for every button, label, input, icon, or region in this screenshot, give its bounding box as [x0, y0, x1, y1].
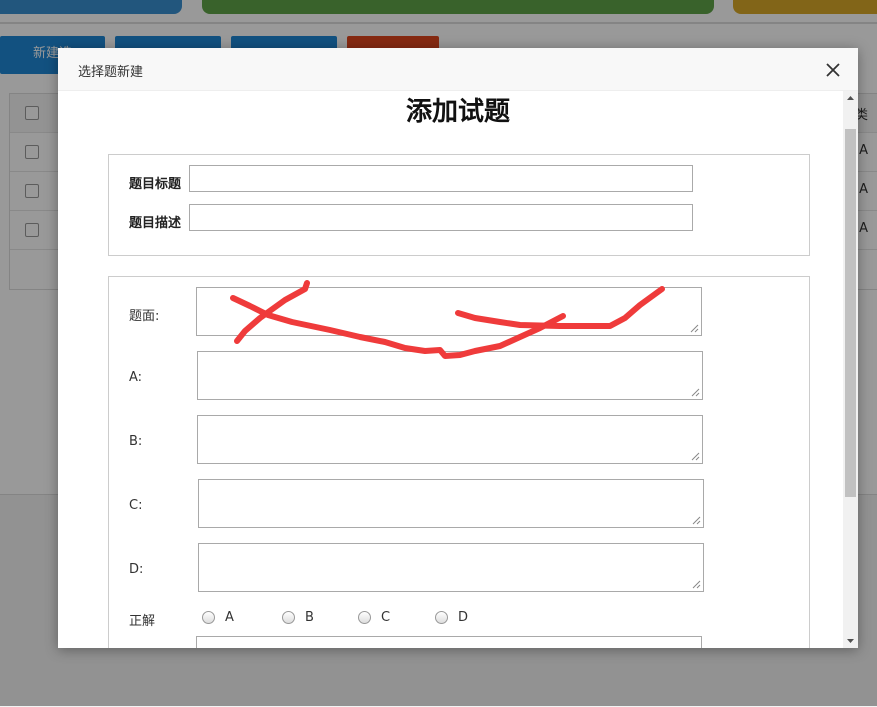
close-icon[interactable]: [824, 61, 842, 79]
radio-button[interactable]: [282, 611, 295, 624]
form-heading: 添加试题: [405, 97, 510, 127]
answer-choice-label: B: [305, 610, 314, 625]
option-a-label: A:: [129, 370, 143, 385]
dialog-header: 选择题新建: [58, 48, 858, 91]
answer-radio-a[interactable]: A: [202, 610, 234, 625]
option-c-textarea[interactable]: [198, 479, 704, 528]
title-label: 题目标题: [129, 177, 182, 192]
scroll-down-icon[interactable]: [843, 634, 858, 648]
answer-choice-label: C: [381, 610, 391, 625]
radio-button[interactable]: [435, 611, 448, 624]
answer-choice-label: D: [458, 610, 469, 625]
answer-choice-label: A: [225, 610, 234, 625]
meta-fieldset: 题目标题 题目描述: [108, 154, 810, 256]
new-question-dialog: 选择题新建 添加试题 题目标题 题目描述 题面: A: B: C: D: 正解 …: [58, 48, 858, 648]
title-input[interactable]: [189, 165, 693, 192]
stem-label: 题面:: [129, 309, 160, 324]
radio-button[interactable]: [358, 611, 371, 624]
scroll-up-icon[interactable]: [843, 91, 858, 105]
resize-grip-icon[interactable]: [691, 452, 700, 461]
question-fieldset: 题面: A: B: C: D: 正解 A B C D: [108, 276, 810, 648]
resize-grip-icon[interactable]: [691, 388, 700, 397]
radio-button[interactable]: [202, 611, 215, 624]
answer-radio-c[interactable]: C: [358, 610, 390, 625]
option-d-textarea[interactable]: [198, 543, 704, 592]
option-a-textarea[interactable]: [197, 351, 703, 400]
resize-grip-icon[interactable]: [690, 324, 699, 333]
option-b-textarea[interactable]: [197, 415, 703, 464]
answer-label: 正解: [129, 614, 156, 629]
stem-textarea[interactable]: [196, 287, 702, 336]
dialog-scrollbar[interactable]: [843, 91, 858, 648]
analysis-textarea[interactable]: [196, 636, 702, 648]
description-label: 题目描述: [129, 216, 182, 231]
option-b-label: B:: [129, 434, 143, 449]
option-c-label: C:: [129, 498, 143, 513]
answer-radio-d[interactable]: D: [435, 610, 468, 625]
answer-radio-b[interactable]: B: [282, 610, 314, 625]
option-d-label: D:: [129, 562, 144, 577]
dialog-body: 添加试题 题目标题 题目描述 题面: A: B: C: D: 正解 A B C …: [58, 91, 843, 648]
resize-grip-icon[interactable]: [692, 516, 701, 525]
scroll-thumb[interactable]: [845, 129, 856, 497]
description-input[interactable]: [189, 204, 693, 231]
dialog-title: 选择题新建: [78, 65, 144, 80]
resize-grip-icon[interactable]: [692, 580, 701, 589]
